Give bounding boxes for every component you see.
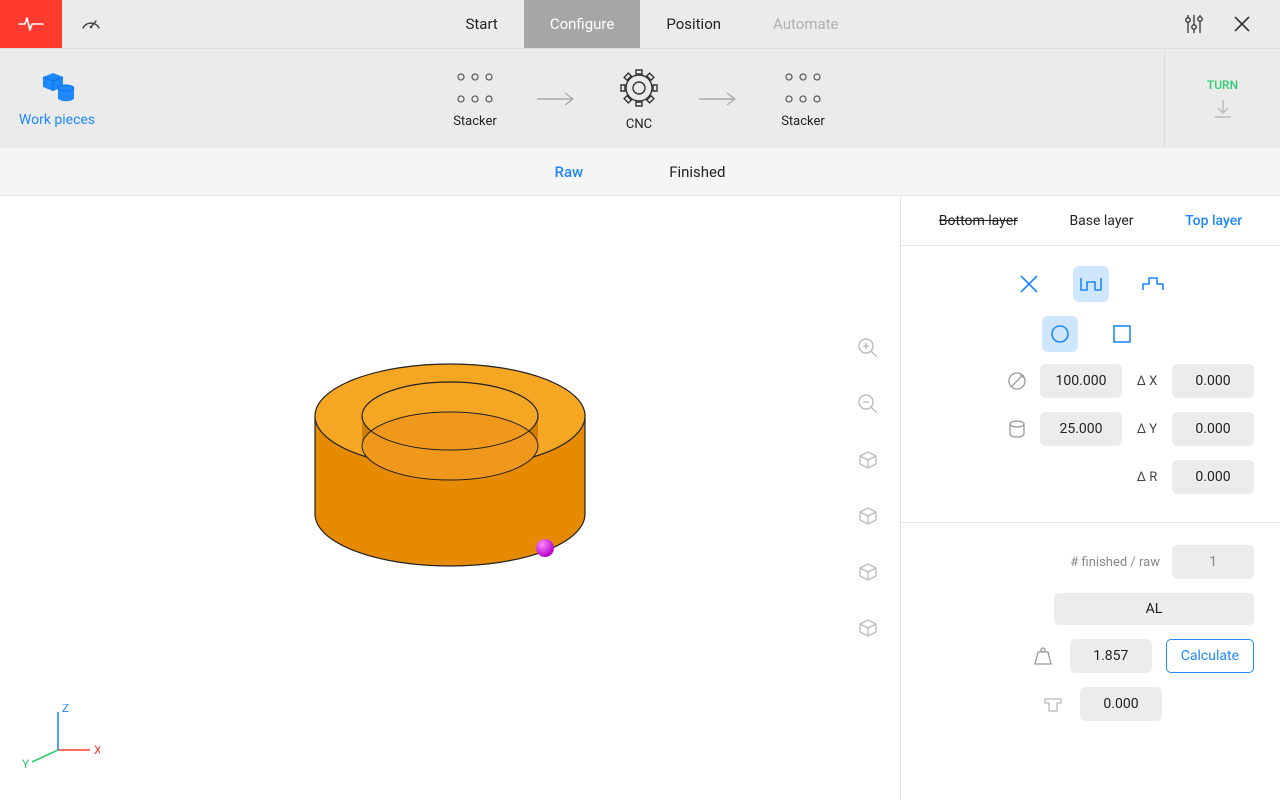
pulse-icon xyxy=(18,15,44,33)
axis-y-label: Y xyxy=(22,757,30,771)
height-icon xyxy=(1006,418,1028,440)
profile-none-button[interactable] xyxy=(1011,266,1047,302)
axis-x-label: X xyxy=(94,743,100,757)
sliders-icon xyxy=(1184,13,1204,35)
delta-y-field[interactable]: 0.000 xyxy=(1172,412,1254,446)
recess-icon xyxy=(1079,274,1103,294)
diameter-icon xyxy=(1006,370,1028,392)
process-step-stacker-out[interactable]: Stacker xyxy=(779,69,827,129)
layer-tab-bottom[interactable]: Bottom layer xyxy=(939,213,1018,229)
layer-tab-top[interactable]: Top layer xyxy=(1185,213,1242,229)
stacker-grid-icon xyxy=(779,69,827,107)
turn-label: TURN xyxy=(1207,78,1238,92)
zoom-in-icon xyxy=(856,336,880,360)
turn-download-button[interactable]: TURN xyxy=(1164,49,1280,148)
speed-gauge-button[interactable] xyxy=(62,0,120,48)
app-logo-button[interactable] xyxy=(0,0,62,48)
process-step-stacker-in[interactable]: Stacker xyxy=(451,69,499,129)
view-top-button[interactable] xyxy=(856,616,880,640)
profile-boss-button[interactable] xyxy=(1135,266,1171,302)
x-icon xyxy=(1018,273,1040,295)
subtab-raw[interactable]: Raw xyxy=(555,163,584,181)
view-side-button[interactable] xyxy=(856,560,880,584)
weight-icon xyxy=(1032,645,1054,667)
delta-r-field[interactable]: 0.000 xyxy=(1172,460,1254,494)
finished-raw-ratio-label: # finished / raw xyxy=(1070,555,1160,570)
circle-icon xyxy=(1049,323,1071,345)
boss-icon xyxy=(1141,274,1165,294)
cube-iso-icon xyxy=(856,448,880,472)
gauge-icon xyxy=(79,12,103,36)
axis-z-label: Z xyxy=(62,704,69,715)
diameter-field[interactable]: 100.000 xyxy=(1040,364,1122,398)
calculate-button[interactable]: Calculate xyxy=(1166,639,1254,673)
process-step-cnc-label: CNC xyxy=(626,117,652,132)
process-step-stacker-in-label: Stacker xyxy=(453,114,497,129)
nav-tab-position[interactable]: Position xyxy=(640,0,747,48)
zoom-in-button[interactable] xyxy=(856,336,880,360)
gear-icon xyxy=(617,66,661,110)
cube-front-icon xyxy=(856,504,880,528)
nav-tab-automate: Automate xyxy=(747,0,864,48)
nav-tab-start[interactable]: Start xyxy=(439,0,523,48)
shape-circle-button[interactable] xyxy=(1042,316,1078,352)
extra-field[interactable]: 0.000 xyxy=(1080,687,1162,721)
viewport-3d[interactable]: X Y Z xyxy=(0,196,900,800)
arrow-right-icon xyxy=(697,90,743,108)
close-icon xyxy=(1232,14,1252,34)
gripper-icon xyxy=(1042,693,1064,715)
zoom-out-button[interactable] xyxy=(856,392,880,416)
subtab-finished[interactable]: Finished xyxy=(669,163,725,181)
view-iso-button[interactable] xyxy=(856,448,880,472)
delta-y-label: Δ Y xyxy=(1132,422,1162,437)
cube-side-icon xyxy=(856,560,880,584)
shape-square-button[interactable] xyxy=(1104,316,1140,352)
nav-tab-configure[interactable]: Configure xyxy=(524,0,641,48)
finished-raw-ratio-field[interactable]: 1 xyxy=(1172,545,1254,579)
weight-field[interactable]: 1.857 xyxy=(1070,639,1152,673)
axis-triad: X Y Z xyxy=(20,704,100,774)
square-icon xyxy=(1111,323,1133,345)
layer-tab-base[interactable]: Base layer xyxy=(1069,213,1133,229)
sidebar-workpieces[interactable]: Work pieces xyxy=(0,49,114,148)
height-field[interactable]: 25.000 xyxy=(1040,412,1122,446)
delta-r-label: Δ R xyxy=(1132,470,1162,485)
view-front-button[interactable] xyxy=(856,504,880,528)
zoom-out-icon xyxy=(856,392,880,416)
material-select[interactable]: AL xyxy=(1054,593,1254,625)
download-icon xyxy=(1212,98,1234,120)
profile-recess-button[interactable] xyxy=(1073,266,1109,302)
workpiece-3d-render xyxy=(0,196,900,800)
cube-top-icon xyxy=(856,616,880,640)
arrow-right-icon xyxy=(535,90,581,108)
process-step-cnc[interactable]: CNC xyxy=(617,66,661,132)
delta-x-label: Δ X xyxy=(1132,374,1162,389)
workpieces-icon xyxy=(36,70,78,104)
sidebar-workpieces-label: Work pieces xyxy=(19,112,95,128)
stacker-grid-icon xyxy=(451,69,499,107)
delta-x-field[interactable]: 0.000 xyxy=(1172,364,1254,398)
close-button[interactable] xyxy=(1232,14,1252,34)
settings-button[interactable] xyxy=(1184,13,1204,35)
process-step-stacker-out-label: Stacker xyxy=(781,114,825,129)
